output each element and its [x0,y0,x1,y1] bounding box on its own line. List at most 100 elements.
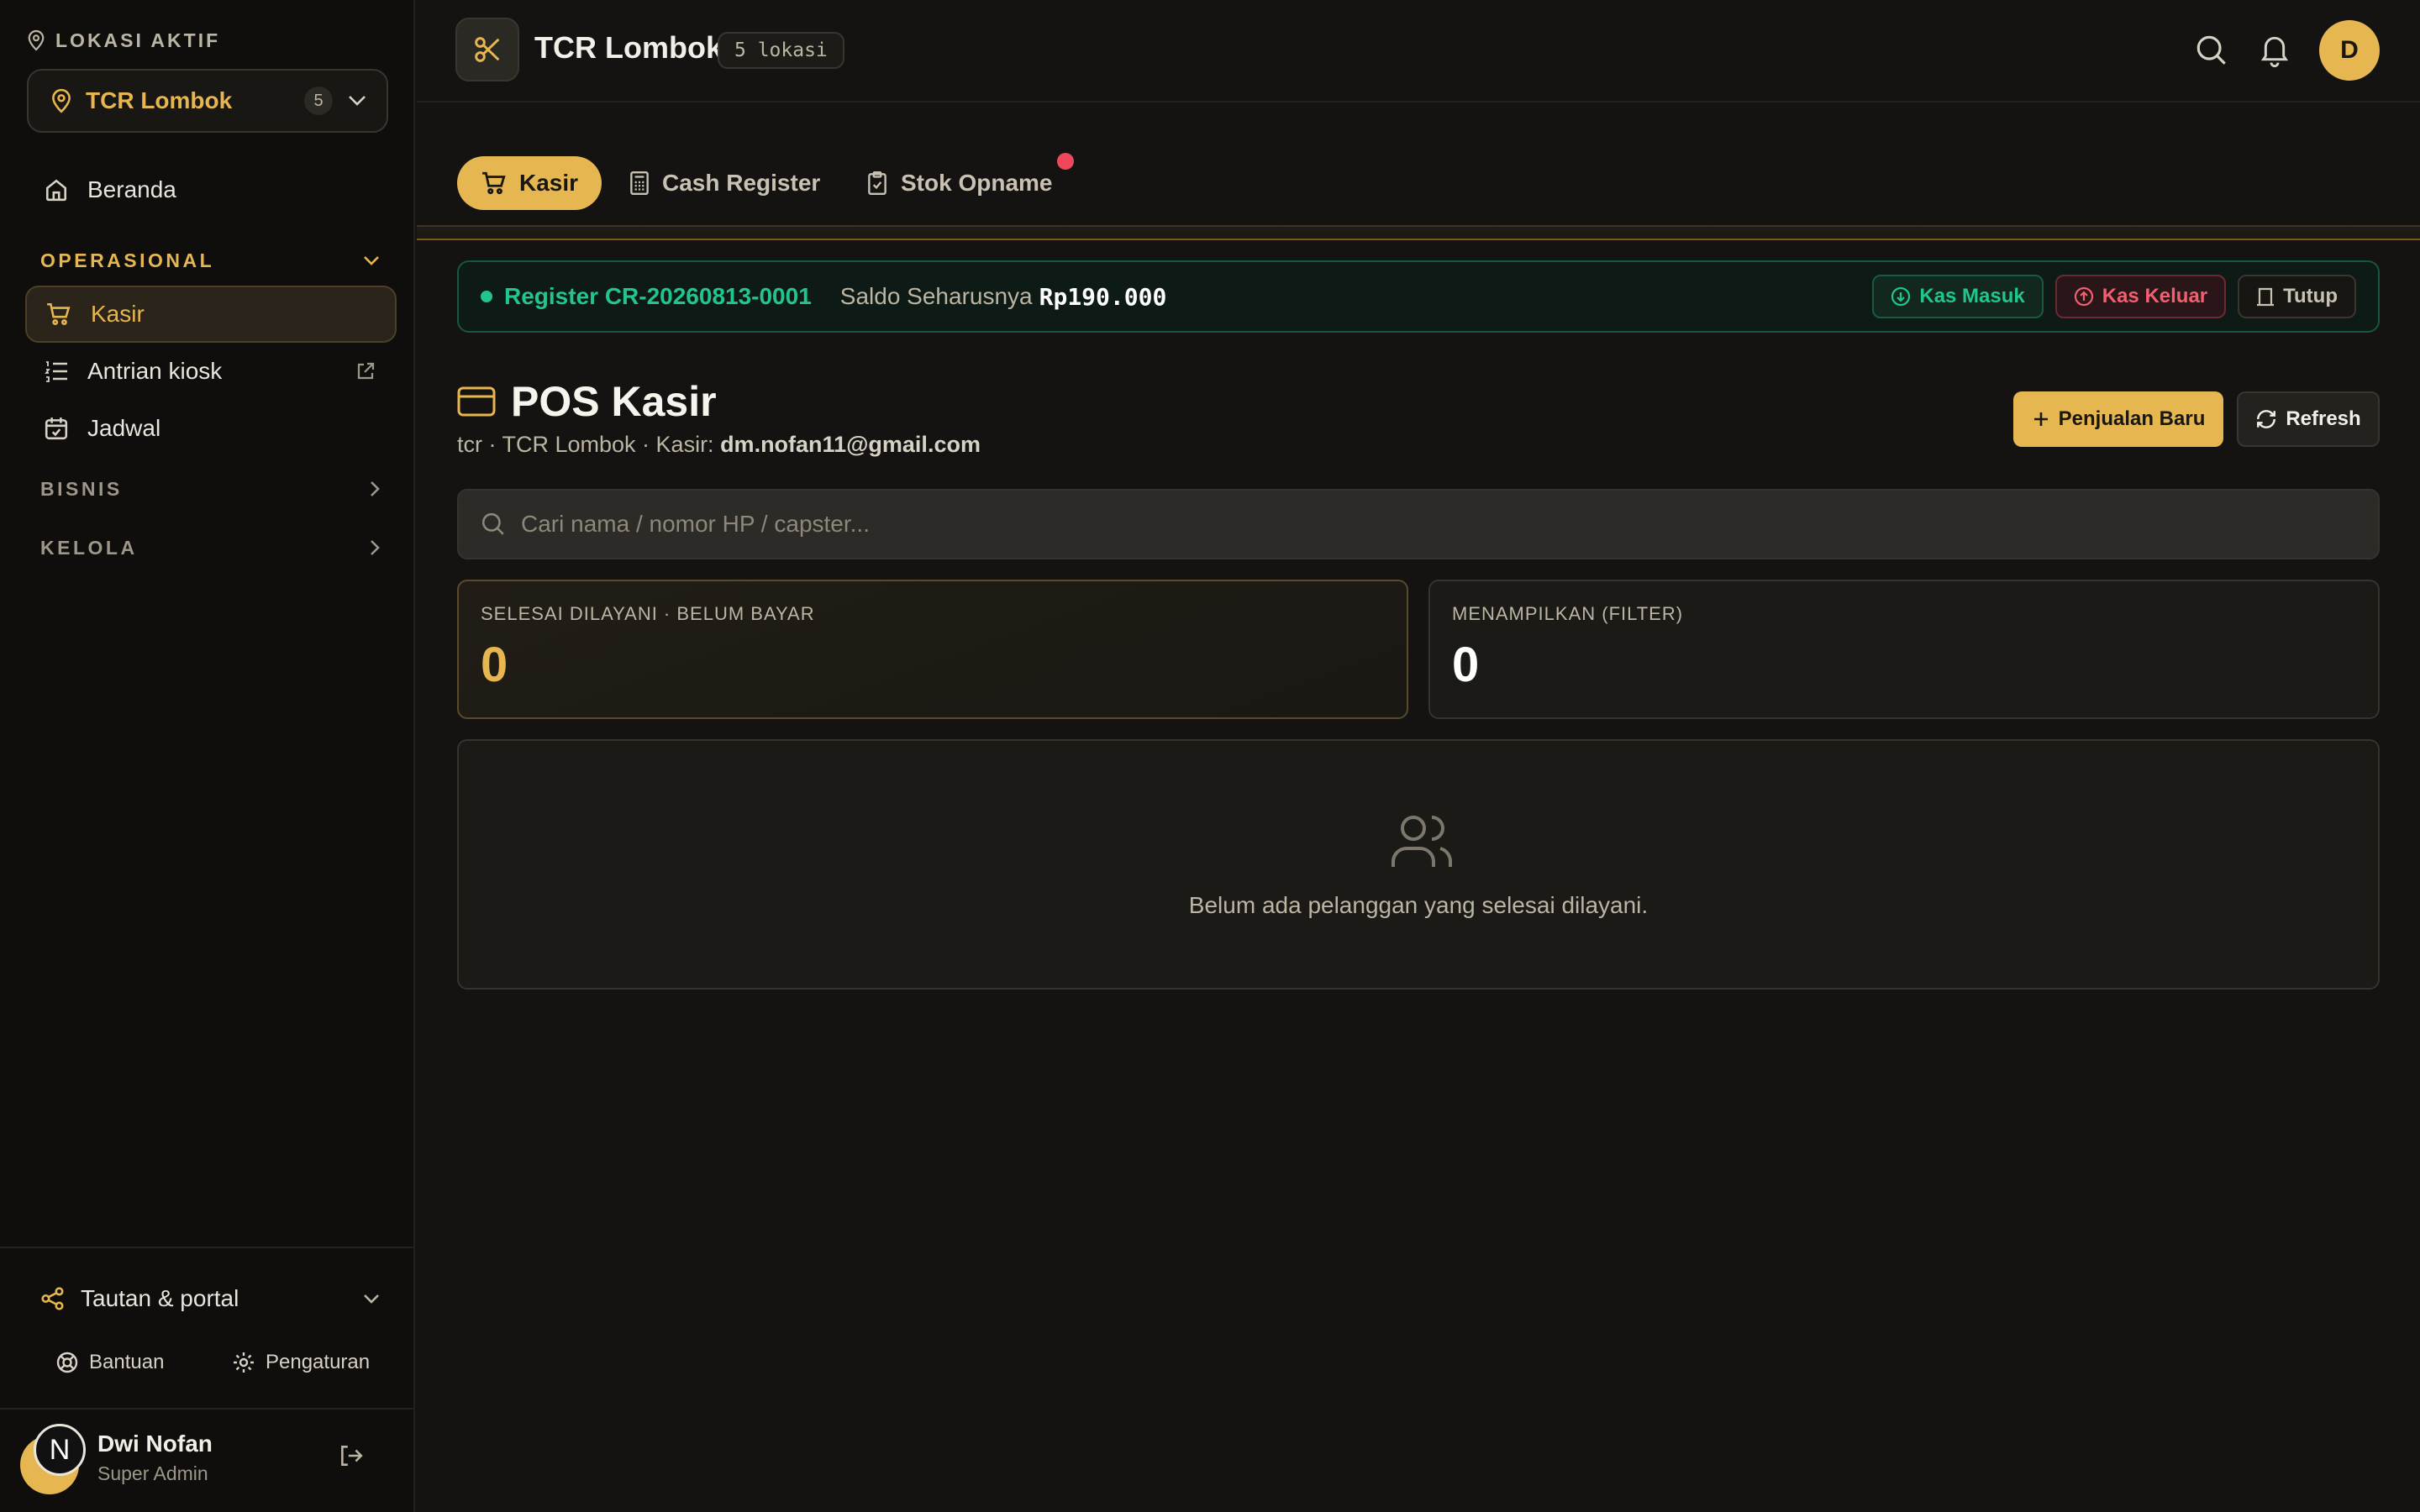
cashier-email: dm.nofan11@gmail.com [720,432,981,457]
chevron-down-icon [363,255,380,265]
settings-link[interactable]: Pengaturan [232,1346,370,1379]
chevron-down-icon [348,95,366,107]
clipboard-check-icon [865,171,889,196]
map-pin-icon [50,88,72,113]
plus-icon [2032,410,2050,428]
tab-stok-opname[interactable]: Stok Opname [842,156,1076,210]
bell-icon[interactable] [2259,34,2291,67]
sidebar-item-label: Jadwal [87,415,161,441]
balance-label: Saldo Seharusnya [839,283,1033,309]
status-dot [481,291,492,302]
stat-card-filter: MENAMPILKAN (FILTER) 0 [1428,580,2380,719]
nav-section-label: OPERASIONAL [40,249,215,271]
search-input[interactable] [521,511,2378,538]
cash-out-label: Kas Keluar [2102,285,2208,307]
links-portal-toggle[interactable]: Tautan & portal [40,1280,380,1317]
user-name: Dwi Nofan [97,1430,213,1457]
share-icon [40,1286,66,1311]
calculator-icon [629,171,650,196]
cash-out-button[interactable]: Kas Keluar [2054,275,2227,318]
page-title-text: POS Kasir [511,378,717,425]
sidebar: LOKASI AKTIF TCR Lombok 5 Beranda OPERAS… [0,0,415,1512]
help-label: Bantuan [89,1351,165,1373]
sidebar-divider [0,1247,415,1248]
stat-value: 0 [1452,638,1480,692]
location-heading-label: LOKASI AKTIF [55,29,221,51]
list-ordered-icon [44,360,69,383]
user-card[interactable]: N Dwi Nofan Super Admin [20,1421,390,1494]
chevron-right-icon [370,480,380,497]
refresh-button[interactable]: Refresh [2237,391,2380,447]
chevron-right-icon [370,539,380,556]
nav-section-label: BISNIS [40,477,123,500]
links-portal-label: Tautan & portal [81,1285,239,1311]
location-name: TCR Lombok [86,87,233,113]
user-role: Super Admin [97,1462,208,1484]
stat-value: 0 [481,638,508,692]
stat-label: SELESAI DILAYANI · BELUM BAYAR [481,603,815,624]
map-pin-icon [27,29,45,51]
credit-card-icon [457,386,496,417]
cart-icon [481,171,508,196]
search-icon[interactable] [2195,34,2228,67]
sidebar-item-kasir[interactable]: Kasir [25,286,397,343]
logout-icon[interactable] [338,1443,363,1468]
page-title: POS Kasir [457,376,717,427]
tabs-divider [417,225,2420,240]
empty-state-message: Belum ada pelanggan yang selesai dilayan… [1188,892,1649,918]
location-select[interactable]: TCR Lombok 5 [27,69,388,133]
empty-state-panel: Belum ada pelanggan yang selesai dilayan… [457,739,2380,990]
brand-title: TCR Lombok [534,30,723,65]
tab-kasir[interactable]: Kasir [457,156,602,210]
external-link-icon[interactable] [356,362,375,381]
settings-label: Pengaturan [266,1351,371,1373]
tab-label: Cash Register [662,170,821,196]
tab-cash-register[interactable]: Cash Register [605,156,844,210]
nav-section-operasional[interactable]: OPERASIONAL [40,244,380,277]
cash-in-button[interactable]: Kas Masuk [1872,275,2044,318]
lifebuoy-icon [55,1351,79,1374]
cash-in-label: Kas Masuk [1919,285,2025,307]
users-icon [1390,811,1454,870]
nav-section-bisnis[interactable]: BISNIS [40,472,380,506]
cart-icon [45,302,72,327]
user-avatar[interactable]: D [2319,20,2380,81]
sidebar-item-jadwal[interactable]: Jadwal [25,400,397,457]
refresh-icon [2255,408,2277,430]
arrow-up-circle-icon [2074,286,2094,307]
close-register-button[interactable]: Tutup [2238,275,2356,318]
tab-label: Kasir [519,170,579,196]
home-icon [44,177,69,202]
location-count-badge: 5 [304,87,333,115]
sidebar-item-label: Beranda [87,176,176,202]
sidebar-item-antrian-kiosk[interactable]: Antrian kiosk [25,343,397,400]
avatar-initial: N [34,1424,86,1476]
search-bar [457,489,2380,559]
page-subtitle-prefix: tcr · TCR Lombok · Kasir: [457,432,721,457]
nav-section-kelola[interactable]: KELOLA [40,531,380,564]
avatar: N [20,1424,87,1494]
locations-badge: 5 lokasi [718,32,844,69]
stat-label: MENAMPILKAN (FILTER) [1452,603,1684,624]
location-heading: LOKASI AKTIF [27,27,220,54]
notification-dot [1057,153,1074,170]
gear-icon [232,1351,255,1374]
register-id: Register CR-20260813-0001 [504,283,812,309]
balance-value: Rp190.000 [1039,282,1167,311]
arrow-down-circle-icon [1891,286,1911,307]
door-icon [2256,286,2275,307]
sidebar-divider [0,1408,415,1410]
sidebar-item-home[interactable]: Beranda [25,161,397,218]
new-sale-label: Penjualan Baru [2058,407,2206,430]
refresh-label: Refresh [2286,407,2361,430]
stat-card-unpaid: SELESAI DILAYANI · BELUM BAYAR 0 [457,580,1408,719]
page-subtitle: tcr · TCR Lombok · Kasir: dm.nofan11@gma… [457,432,981,458]
register-status-bar: Register CR-20260813-0001 Saldo Seharusn… [457,260,2380,333]
close-register-label: Tutup [2283,285,2338,307]
sidebar-item-label: Kasir [91,301,145,327]
new-sale-button[interactable]: Penjualan Baru [2013,391,2223,447]
nav-section-label: KELOLA [40,536,138,559]
scissors-icon [455,18,519,81]
help-link[interactable]: Bantuan [55,1346,164,1379]
sidebar-item-label: Antrian kiosk [87,358,223,384]
